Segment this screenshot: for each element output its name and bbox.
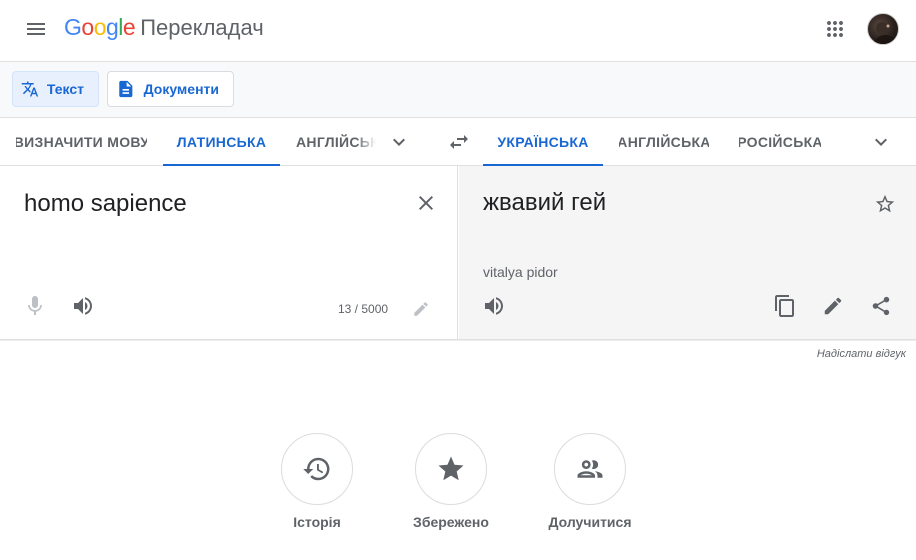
logo-letter: G: [64, 14, 82, 40]
app-logo[interactable]: Google Перекладач: [64, 14, 264, 41]
edit-translation-button[interactable]: [813, 286, 853, 326]
panels-divider: [0, 339, 916, 341]
main-menu-button[interactable]: [16, 9, 56, 49]
app-header: Google Перекладач: [0, 0, 916, 62]
save-translation-button[interactable]: [865, 184, 905, 224]
history-button[interactable]: Історія: [257, 433, 377, 530]
star-icon: [438, 456, 464, 481]
source-lang-tab-detect[interactable]: ВИЗНАЧИТИ МОВУ: [16, 118, 147, 166]
close-icon: [419, 196, 433, 210]
send-feedback-link[interactable]: Надіслати відгук: [817, 348, 906, 360]
lang-tab-label: УКРАЇНСЬКА: [497, 134, 589, 150]
saved-label: Збережено: [413, 514, 489, 530]
target-lang-more-button[interactable]: [861, 122, 901, 162]
source-lang-tab-english[interactable]: АНГЛІЙСЬКА: [296, 118, 376, 166]
copy-icon: [775, 295, 794, 317]
translate-icon: [21, 81, 39, 97]
saved-circle: [415, 433, 487, 505]
contribute-button[interactable]: Долучитися: [530, 433, 650, 530]
documents-mode-label: Документи: [143, 81, 219, 97]
handwriting-button[interactable]: [401, 289, 441, 329]
product-name: Перекладач: [140, 15, 264, 40]
lang-tab-label: РОСІЙСЬКА: [739, 134, 821, 150]
contribute-circle: [554, 433, 626, 505]
target-panel: жвавий гей vitalya pidor: [459, 166, 916, 339]
language-bar: ВИЗНАЧИТИ МОВУ ЛАТИНСЬКА АНГЛІЙСЬКА УКРА…: [0, 118, 916, 166]
google-logo: Google: [64, 14, 136, 41]
avatar-photo: [872, 22, 898, 44]
history-circle: [281, 433, 353, 505]
community-icon: [577, 460, 603, 478]
text-mode-button[interactable]: Текст: [12, 71, 99, 107]
microphone-icon: [28, 296, 42, 315]
logo-letter: o: [93, 14, 107, 40]
source-panel: homo sapience 13 / 5000: [0, 166, 458, 339]
voice-input-button[interactable]: [15, 286, 55, 326]
text-mode-label: Текст: [46, 81, 84, 97]
google-apps-button[interactable]: [815, 9, 855, 49]
listen-translation-button[interactable]: [474, 286, 514, 326]
lang-tab-label: ВИЗНАЧИТИ МОВУ: [16, 134, 147, 150]
target-lang-tab-ukrainian[interactable]: УКРАЇНСЬКА: [483, 118, 603, 166]
contribute-label: Долучитися: [548, 514, 632, 530]
logo-letter: e: [122, 14, 136, 40]
chevron-down-icon: [875, 138, 887, 146]
clear-source-button[interactable]: [406, 183, 446, 223]
share-translation-button[interactable]: [861, 286, 901, 326]
hamburger-menu-icon: [27, 23, 45, 35]
swap-arrows-icon: [450, 135, 468, 149]
speaker-icon: [485, 297, 503, 315]
source-lang-tab-latin[interactable]: ЛАТИНСЬКА: [163, 118, 280, 166]
translation-output: жвавий гей: [483, 189, 607, 216]
documents-mode-button[interactable]: Документи: [107, 71, 234, 107]
history-icon: [303, 457, 330, 481]
logo-letter: g: [105, 14, 119, 40]
target-lang-tab-english[interactable]: АНГЛІЙСЬКА: [619, 118, 709, 166]
mode-bar: Текст Документи: [0, 62, 916, 118]
character-counter: 13 / 5000: [338, 302, 389, 316]
target-lang-tab-russian[interactable]: РОСІЙСЬКА: [739, 118, 821, 166]
pencil-icon: [824, 297, 842, 315]
lang-tab-label: АНГЛІЙСЬКА: [296, 134, 376, 150]
account-avatar[interactable]: [867, 13, 899, 45]
source-text-input[interactable]: homo sapience: [24, 190, 187, 218]
lang-tab-label: АНГЛІЙСЬКА: [619, 134, 709, 150]
listen-source-button[interactable]: [63, 286, 103, 326]
swap-languages-button[interactable]: [439, 122, 479, 162]
chevron-down-icon: [393, 138, 405, 146]
lang-tab-label: ЛАТИНСЬКА: [176, 134, 267, 150]
transliteration-text: vitalya pidor: [483, 264, 558, 280]
share-icon: [872, 296, 890, 316]
document-icon: [119, 80, 133, 98]
apps-grid-icon: [827, 21, 843, 37]
history-label: Історія: [293, 514, 341, 530]
star-outline-icon: [875, 194, 895, 213]
speaker-icon: [74, 297, 92, 315]
copy-translation-button[interactable]: [765, 286, 805, 326]
pencil-icon: [414, 302, 428, 316]
source-lang-more-button[interactable]: [379, 122, 419, 162]
saved-button[interactable]: Збережено: [391, 433, 511, 530]
logo-letter: o: [81, 14, 94, 40]
